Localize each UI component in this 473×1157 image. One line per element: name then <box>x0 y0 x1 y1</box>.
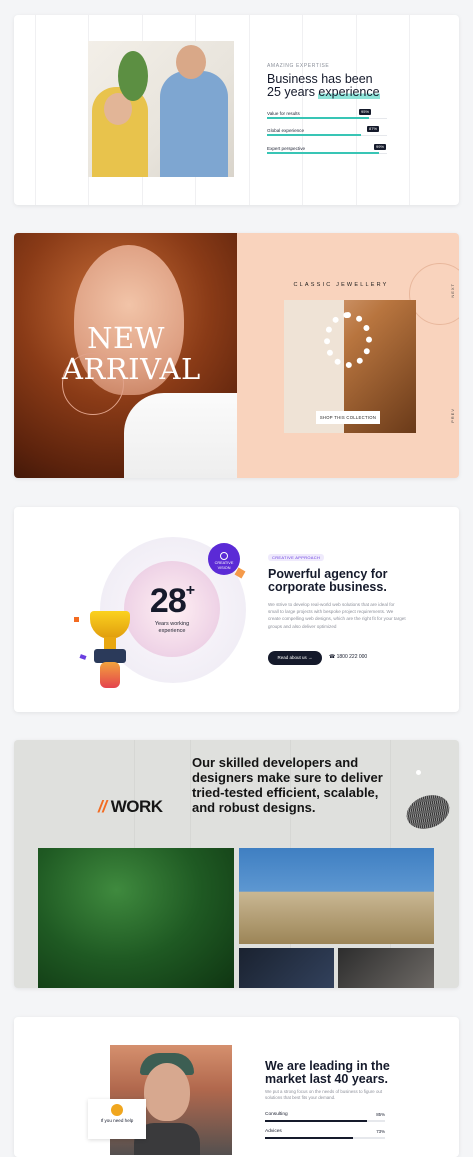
badge-spacer <box>208 543 240 552</box>
years-number: 28 <box>149 582 187 620</box>
skill-bar-value: 73% <box>376 1129 385 1134</box>
earring <box>324 312 372 368</box>
slider-prev[interactable]: PREV <box>450 408 455 423</box>
work-section: // WORK Our skilled developers and desig… <box>14 740 459 988</box>
skill-bar-fill <box>267 134 361 136</box>
award-icon <box>220 552 228 560</box>
skill-bar: Value for results 95% <box>267 109 387 119</box>
slider-next[interactable]: NEXT <box>450 283 455 298</box>
work-slashes: // <box>98 797 107 816</box>
portfolio-item-architecture[interactable] <box>239 848 434 944</box>
trophy-legs <box>100 662 120 688</box>
work-label: // WORK <box>98 797 163 817</box>
shop-collection-button[interactable]: SHOP THIS COLLECTION <box>316 411 380 424</box>
section-title: Business has been 25 years experience <box>267 73 380 99</box>
leading-paragraph: We put a strong focus on the needs of bu… <box>265 1089 383 1100</box>
help-card[interactable]: If you need help <box>88 1099 146 1139</box>
skill-bar-fill <box>265 1119 367 1122</box>
years-suffix: + <box>185 582 195 599</box>
skill-bar-fill <box>267 152 379 154</box>
arrow-right-icon: → <box>308 655 313 660</box>
trophy-base <box>94 649 126 663</box>
grid-line <box>409 15 410 205</box>
skill-bar: Global experience 87% <box>267 126 387 136</box>
title-highlight: experience <box>318 85 380 99</box>
creative-vision-badge: CREATIVE VISION <box>208 543 240 575</box>
phone-link[interactable]: ☎ 1800 222 000 <box>329 654 367 660</box>
agency-paragraph: We strive to develop real-world web solu… <box>268 602 406 629</box>
expertise-section: AMAZING EXPERTISE Business has been 25 y… <box>14 15 459 205</box>
creative-approach-chip: CREATIVE APPROACH <box>268 554 325 561</box>
phone-number: 1800 222 000 <box>336 654 368 660</box>
skill-bar-value: 87% <box>367 126 380 132</box>
skill-bar: Expert perspective 99% <box>267 144 387 154</box>
support-icon <box>111 1104 123 1116</box>
phone-icon: ☎ <box>329 654 336 660</box>
title-line-2: 25 years experience <box>267 85 380 99</box>
work-headline: Our skilled developers and designers mak… <box>192 755 383 815</box>
portfolio-item-shoes-blue[interactable] <box>239 948 334 988</box>
badge-line-2: VISION <box>217 565 231 570</box>
work-text: WORK <box>110 797 163 816</box>
skill-bar-value: 95% <box>359 109 372 115</box>
feather-icon <box>401 789 455 835</box>
portfolio-item-leaf[interactable] <box>38 848 234 988</box>
agency-title: Powerful agency for corporate business. <box>268 568 387 594</box>
years-caption-line-2: experience <box>158 628 186 634</box>
woman-face <box>144 1063 190 1121</box>
agency-title-line-2: corporate business. <box>268 580 387 594</box>
headline-line-2: ARRIVAL <box>62 352 201 386</box>
years-caption: Years working experience <box>144 621 200 635</box>
jewellery-slider: NEW ARRIVAL CLASSIC JEWELLERY SHOP THIS … <box>14 233 459 478</box>
confetti-icon <box>79 654 87 660</box>
skill-bar: Consulting 85% <box>265 1112 385 1122</box>
man-head <box>176 45 206 79</box>
skill-bar-label: Expert perspective <box>267 146 306 151</box>
read-about-label: Read about us <box>277 655 307 660</box>
team-photo <box>88 41 234 177</box>
read-about-button[interactable]: Read about us → <box>268 651 322 665</box>
decor-dot <box>416 770 421 775</box>
collection-title: CLASSIC JEWELLERY <box>293 282 389 288</box>
leading-title: We are leading in the market last 40 yea… <box>265 1059 390 1086</box>
skill-bar-value: 99% <box>374 144 387 150</box>
plant <box>118 51 148 101</box>
man-figure <box>160 71 228 177</box>
skill-bar-label: Advices <box>265 1129 282 1134</box>
agency-section: 28+ Years working experience CREATIVE VI… <box>14 507 459 712</box>
skill-bar: Advices 73% <box>265 1129 385 1139</box>
years-counter: 28+ <box>132 582 212 621</box>
title-line-2-text: 25 years <box>267 85 319 99</box>
grid-line <box>249 15 250 205</box>
leading-section: If you need help We are leading in the m… <box>14 1017 459 1157</box>
skill-bar-label: Consulting <box>265 1112 288 1117</box>
new-arrival-headline: NEW ARRIVAL <box>62 321 201 386</box>
skill-bar-value: 85% <box>376 1112 385 1117</box>
confetti-icon <box>74 617 79 622</box>
help-text: If you need help <box>100 1118 134 1123</box>
portfolio-item-shoes-grey[interactable] <box>338 948 434 988</box>
years-caption-line-1: Years working <box>154 621 190 627</box>
model-shirt <box>124 393 237 478</box>
grid-line <box>302 15 303 205</box>
grid-line <box>35 15 36 205</box>
grid-line <box>356 15 357 205</box>
skill-bar-fill <box>267 117 369 119</box>
headline-line-1: NEW <box>87 321 165 355</box>
section-eyebrow: AMAZING EXPERTISE <box>267 63 330 69</box>
